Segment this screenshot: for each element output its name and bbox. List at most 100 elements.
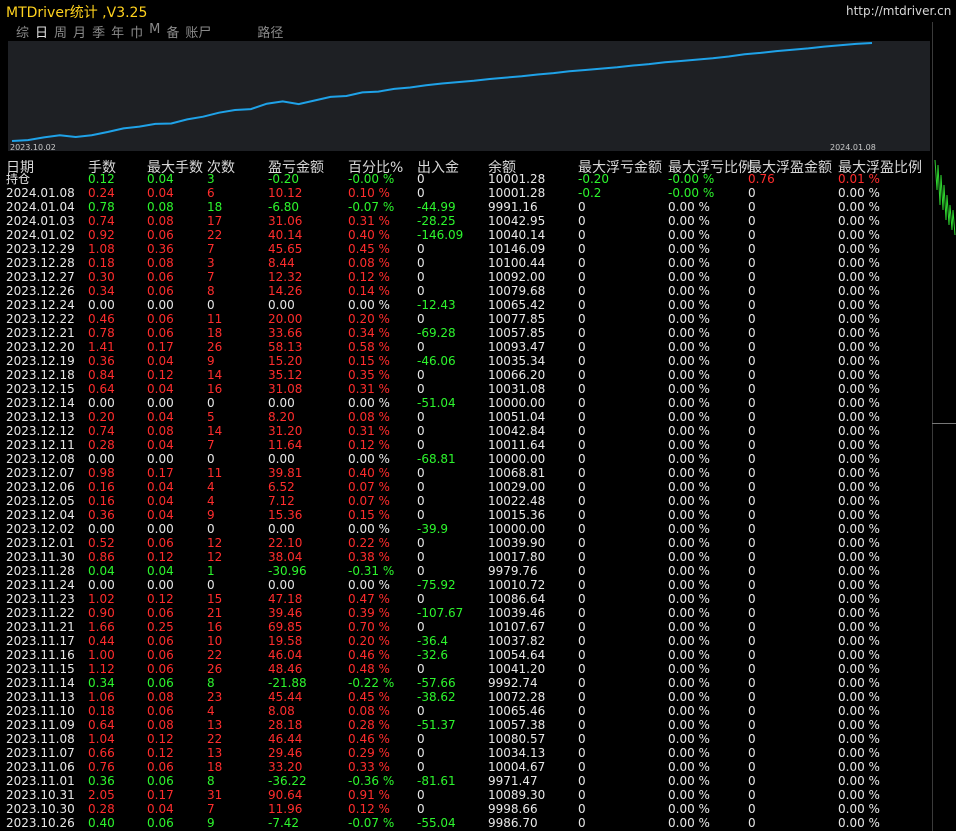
table-cell: 0.08 % [348, 256, 390, 270]
table-row[interactable]: 2023.11.22 0.90 0.06 21 39.46 0.39 % -107.67 10… [0, 606, 932, 620]
table-row[interactable]: 2023.11.08 1.04 0.12 22 46.44 0.46 % 0 10080.57… [0, 732, 932, 746]
website-link[interactable]: http://mtdriver.cn [846, 4, 951, 18]
table-row[interactable]: 2024.01.08 0.24 0.04 6 10.12 0.10 % 0 10001.28 -… [0, 186, 932, 200]
table-cell: 0.52 [88, 536, 115, 550]
table-row[interactable]: 2023.12.19 0.36 0.04 9 15.20 0.15 % -46.06 1003… [0, 354, 932, 368]
table-cell: 0.00 % [348, 578, 390, 592]
table-row[interactable]: 2023.12.18 0.84 0.12 14 35.12 0.35 % 0 10066.20… [0, 368, 932, 382]
table-row[interactable]: 2023.12.02 0.00 0.00 0 0.00 0.00 % -39.9 10000.… [0, 522, 932, 536]
table-row[interactable]: 2023.10.31 2.05 0.17 31 90.64 0.91 % 0 10089.30… [0, 788, 932, 802]
table-row[interactable]: 2023.11.13 1.06 0.08 23 45.44 0.45 % -38.62 100… [0, 690, 932, 704]
tab-5[interactable]: 年 [111, 22, 124, 41]
table-row[interactable]: 2023.12.27 0.30 0.06 7 12.32 0.12 % 0 10092.00 0… [0, 270, 932, 284]
table-cell: 0.20 % [348, 312, 390, 326]
table-cell: 0.00 % [668, 648, 710, 662]
table-cell: 0.12 [88, 172, 115, 186]
table-row[interactable]: 2023.12.13 0.20 0.04 5 8.20 0.08 % 0 10051.04 0 0… [0, 410, 932, 424]
table-cell: 13 [207, 718, 223, 732]
table-row[interactable]: 2023.12.15 0.64 0.04 16 31.08 0.31 % 0 10031.08… [0, 382, 932, 396]
table-row[interactable]: 2024.01.04 0.78 0.08 18 -6.80 -0.07 % -44.99 99… [0, 200, 932, 214]
table-row[interactable]: 2023.10.30 0.28 0.04 7 11.96 0.12 % 0 9998.66 0 0… [0, 802, 932, 816]
table-cell: 10089.30 [488, 788, 546, 802]
table-cell: -0.31 % [348, 564, 395, 578]
table-row[interactable]: 2023.12.24 0.00 0.00 0 0.00 0.00 % -12.43 10065… [0, 298, 932, 312]
table-row[interactable]: 2023.12.20 1.41 0.17 26 58.13 0.58 % 0 10093.47… [0, 340, 932, 354]
table-cell: 45.44 [268, 690, 303, 704]
table-row[interactable]: 2024.01.02 0.92 0.06 22 40.14 0.40 % -146.09 10… [0, 228, 932, 242]
tab-6[interactable]: 巾 [130, 22, 143, 41]
right-scroll-strip[interactable] [932, 22, 956, 831]
table-row[interactable]: 2023.12.28 0.18 0.08 3 8.44 0.08 % 0 10100.44 0 0… [0, 256, 932, 270]
table-cell: 4 [207, 494, 215, 508]
tab-2[interactable]: 周 [54, 22, 67, 41]
table-cell: 1.04 [88, 732, 115, 746]
table-cell: 9998.66 [488, 802, 538, 816]
tab-0[interactable]: 综 [16, 22, 29, 41]
table-row[interactable]: 2023.12.11 0.28 0.04 7 11.64 0.12 % 0 10011.64 0… [0, 438, 932, 452]
table-cell: 0.00 [147, 396, 174, 410]
table-row[interactable]: 2023.11.15 1.12 0.06 26 48.46 0.48 % 0 10041.20… [0, 662, 932, 676]
table-cell: 0 [748, 200, 756, 214]
table-row[interactable]: 持仓 0.12 0.04 3 -0.20 -0.00 % 0 10001.28 -0.20 -0.… [0, 172, 932, 186]
table-cell: 0 [578, 648, 586, 662]
table-row[interactable]: 2023.12.29 1.08 0.36 7 45.65 0.45 % 0 10146.09 0… [0, 242, 932, 256]
table-cell: 26 [207, 340, 223, 354]
table-cell: 0 [748, 382, 756, 396]
table-row[interactable]: 2023.11.01 0.36 0.06 8 -36.22 -0.36 % -81.61 99… [0, 774, 932, 788]
period-tabs: 综日周月季年巾 M 备账尸 路径 [16, 22, 289, 41]
table-row[interactable]: 2023.11.14 0.34 0.06 8 -21.88 -0.22 % -57.66 99… [0, 676, 932, 690]
tab-3[interactable]: 月 [73, 22, 86, 41]
table-row[interactable]: 2023.12.07 0.98 0.17 11 39.81 0.40 % 0 10068.81… [0, 466, 932, 480]
table-row[interactable]: 2024.01.03 0.74 0.08 17 31.06 0.31 % -28.25 100… [0, 214, 932, 228]
table-cell: 2023.12.20 [6, 340, 75, 354]
table-cell: 18 [207, 200, 223, 214]
table-row[interactable]: 2023.12.01 0.52 0.06 12 22.10 0.22 % 0 10039.90… [0, 536, 932, 550]
table-row[interactable]: 2023.10.26 0.40 0.06 9 -7.42 -0.07 % -55.04 998… [0, 816, 932, 830]
table-row[interactable]: 2023.12.04 0.36 0.04 9 15.36 0.15 % 0 10015.36 0… [0, 508, 932, 522]
table-row[interactable]: 2023.11.16 1.00 0.06 22 46.04 0.46 % -32.6 1005… [0, 648, 932, 662]
tab-8[interactable]: 备 [166, 22, 179, 41]
table-cell: 0.16 [88, 494, 115, 508]
table-cell: 0.08 [147, 200, 174, 214]
table-cell: 0.08 [147, 690, 174, 704]
table-cell: 10001.28 [488, 172, 546, 186]
table-cell: 0 [578, 718, 586, 732]
table-row[interactable]: 2023.12.26 0.34 0.06 8 14.26 0.14 % 0 10079.68 0… [0, 284, 932, 298]
table-row[interactable]: 2023.12.08 0.00 0.00 0 0.00 0.00 % -68.81 10000… [0, 452, 932, 466]
table-row[interactable]: 2023.12.22 0.46 0.06 11 20.00 0.20 % 0 10077.85… [0, 312, 932, 326]
table-row[interactable]: 2023.11.30 0.86 0.12 12 38.04 0.38 % 0 10017.80… [0, 550, 932, 564]
table-row[interactable]: 2023.12.14 0.00 0.00 0 0.00 0.00 % -51.04 10000… [0, 396, 932, 410]
tab-4[interactable]: 季 [92, 22, 105, 41]
tab-9[interactable]: 账尸 [185, 22, 211, 41]
table-row[interactable]: 2023.11.10 0.18 0.06 4 8.08 0.08 % 0 10065.46 0 0… [0, 704, 932, 718]
table-cell: -0.07 % [348, 816, 395, 830]
table-row[interactable]: 2023.11.28 0.04 0.04 1 -30.96 -0.31 % 0 9979.76… [0, 564, 932, 578]
table-row[interactable]: 2023.12.06 0.16 0.04 4 6.52 0.07 % 0 10029.00 0 0… [0, 480, 932, 494]
chart-end-date: 2024.01.08 [830, 143, 876, 152]
table-row[interactable]: 2023.11.17 0.44 0.06 10 19.58 0.20 % -36.4 1003… [0, 634, 932, 648]
table-cell: 38.04 [268, 550, 303, 564]
table-row[interactable]: 2023.11.23 1.02 0.12 15 47.18 0.47 % 0 10086.64… [0, 592, 932, 606]
table-row[interactable]: 2023.11.24 0.00 0.00 0 0.00 0.00 % -75.92 10010… [0, 578, 932, 592]
table-cell: 0.00 % [838, 606, 880, 620]
table-row[interactable]: 2023.11.21 1.66 0.25 16 69.85 0.70 % 0 10107.67… [0, 620, 932, 634]
table-row[interactable]: 2023.12.12 0.74 0.08 14 31.20 0.31 % 0 10042.84… [0, 424, 932, 438]
table-row[interactable]: 2023.11.06 0.76 0.06 18 33.20 0.33 % 0 10004.67… [0, 760, 932, 774]
table-row[interactable]: 2023.11.07 0.66 0.12 13 29.46 0.29 % 0 10034.13… [0, 746, 932, 760]
table-cell: 0.36 [88, 508, 115, 522]
table-row[interactable]: 2023.12.21 0.78 0.06 18 33.66 0.34 % -69.28 100… [0, 326, 932, 340]
table-cell: 0.00 % [838, 438, 880, 452]
table-cell: 0 [748, 634, 756, 648]
tab-1[interactable]: 日 [35, 22, 48, 41]
tab-10[interactable]: 路径 [257, 22, 283, 41]
tab-7[interactable]: M [149, 22, 160, 40]
table-cell: 0 [417, 746, 425, 760]
table-row[interactable]: 2023.11.09 0.64 0.08 13 28.18 0.28 % -51.37 100… [0, 718, 932, 732]
table-cell: 1.02 [88, 592, 115, 606]
table-cell: 0.00 % [838, 480, 880, 494]
table-row[interactable]: 2023.12.05 0.16 0.04 4 7.12 0.07 % 0 10022.48 0 0… [0, 494, 932, 508]
table-cell: 0 [748, 214, 756, 228]
table-cell: 0.00 [147, 522, 174, 536]
table-cell: 0.00 % [668, 480, 710, 494]
table-cell: 2023.12.05 [6, 494, 75, 508]
